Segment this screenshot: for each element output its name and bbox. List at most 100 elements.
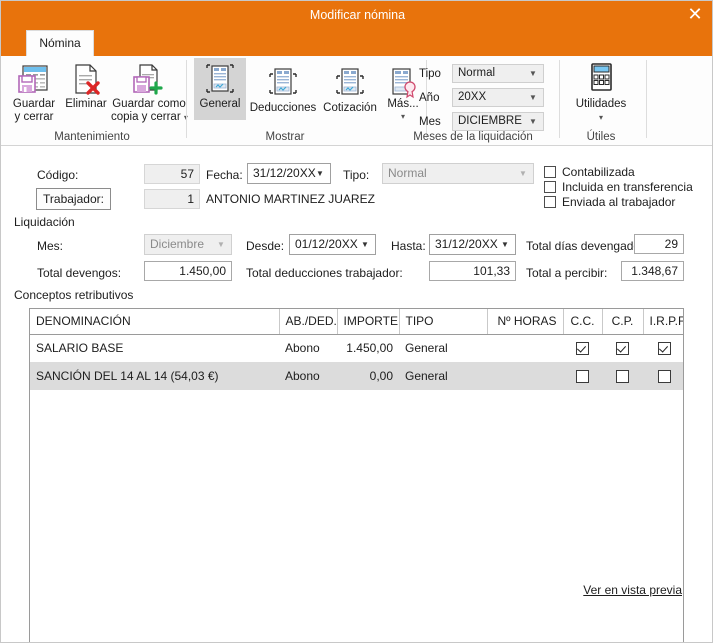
field-hasta[interactable]: 31/12/20XX ▼ (429, 234, 516, 255)
cell-cc (563, 334, 602, 362)
field-fecha[interactable]: 31/12/20XX ▼ (247, 163, 331, 184)
cell-irpf (643, 334, 683, 362)
cell-horas (487, 362, 563, 390)
checkbox-box[interactable] (544, 181, 556, 193)
ribbon-button-label: Deducciones (249, 102, 317, 114)
ribbon-combo-ano-value: 20XX (458, 91, 487, 103)
field-codigo: 57 (144, 164, 200, 184)
field-fecha-value: 31/12/20XX (253, 166, 316, 180)
field-mes-value: Diciembre (150, 237, 205, 251)
ribbon-separator-4 (646, 60, 647, 138)
label-fecha: Fecha: (206, 168, 243, 182)
field-tipo-value: Normal (388, 166, 427, 180)
chevron-down-icon[interactable]: ▼ (312, 164, 328, 183)
ribbon-button-deducciones[interactable]: Deducciones (248, 62, 318, 120)
heading-liquidacion: Liquidación (14, 215, 75, 229)
document-view-icon (266, 66, 300, 100)
modificar-nomina-window: Modificar nómina ✕ Nómina Guardar y cerr… (0, 0, 713, 643)
field-tipo[interactable]: Normal ▼ (382, 163, 534, 184)
checkbox-label: Incluida en transferencia (562, 180, 693, 194)
table-row[interactable]: SANCIÓN DEL 14 AL 14 (54,03 €) Abono 0,0… (30, 362, 683, 390)
col-header-abded[interactable]: AB./DED. (279, 309, 338, 335)
window-title: Modificar nómina (309, 8, 406, 22)
delete-document-icon (69, 62, 103, 96)
ribbon-combo-ano[interactable]: 20XX ▼ (452, 88, 544, 107)
col-header-cc[interactable]: C.C. (563, 309, 603, 335)
chevron-down-icon[interactable]: ▼ (515, 164, 531, 183)
chevron-down-icon[interactable]: ▼ (526, 113, 540, 130)
tab-nomina[interactable]: Nómina (26, 30, 94, 56)
ribbon-group-utiles: Utilidades ▾ Útiles (561, 56, 641, 145)
label-desde: Desde: (246, 239, 285, 253)
checkbox-label: Contabilizada (562, 165, 635, 179)
checkbox-incluida-en-transferencia[interactable]: Incluida en transferencia (544, 180, 693, 194)
ribbon-button-label: General (199, 98, 241, 110)
ribbon-button-utilidades[interactable]: Utilidades ▾ (565, 58, 637, 122)
cell-cc (563, 362, 602, 390)
trabajador-name: ANTONIO MARTINEZ JUAREZ (206, 192, 375, 206)
ribbon-button-label2-text: copia y cerrar (111, 111, 181, 123)
chevron-down-icon[interactable]: ▼ (357, 235, 373, 254)
field-total-dias[interactable]: 29 (634, 234, 684, 254)
col-header-irpf[interactable]: I.R.P.F. (643, 309, 683, 335)
ribbon: Guardar y cerrar Eliminar Guardar como c… (1, 56, 712, 146)
ribbon-combo-tipo-value: Normal (458, 67, 496, 79)
col-header-cp[interactable]: C.P. (602, 309, 644, 335)
checkbox-irpf[interactable] (657, 342, 671, 356)
checkbox-enviada-al-trabajador[interactable]: Enviada al trabajador (544, 195, 675, 209)
ribbon-button-eliminar[interactable]: Eliminar (62, 58, 110, 122)
trabajador-button[interactable]: Trabajador: (36, 188, 111, 210)
checkbox-contabilizada[interactable]: Contabilizada (544, 165, 635, 179)
ribbon-group-label-mantenimiento: Mantenimiento (54, 131, 130, 143)
cell-cp (602, 334, 643, 362)
ribbon-button-label: Utilidades (575, 98, 627, 110)
chevron-down-icon[interactable]: ▾ (565, 111, 637, 124)
ribbon-group-label-meses: Meses de la liquidación (413, 131, 533, 143)
col-header-horas[interactable]: Nº HORAS (487, 309, 564, 335)
field-hasta-value: 31/12/20XX (435, 237, 498, 251)
cell-denominacion: SALARIO BASE (36, 341, 124, 356)
field-desde[interactable]: 01/12/20XX ▼ (289, 234, 376, 255)
ribbon-field-label-mes: Mes (419, 116, 441, 128)
ribbon-group-meses-liquidacion: Tipo Normal ▼ Año 20XX ▼ Mes DICIEMBRE ▼… (389, 56, 557, 145)
field-total-percibir[interactable]: 1.348,67 (621, 261, 684, 281)
close-icon[interactable]: ✕ (682, 3, 708, 27)
chevron-down-icon[interactable]: ▼ (213, 235, 229, 254)
cell-horas (487, 334, 563, 362)
form-body: Código: 57 Fecha: 31/12/20XX ▼ Tipo: Nor… (1, 147, 712, 642)
checkbox-box[interactable] (544, 166, 556, 178)
cell-abded: Abono (285, 341, 320, 356)
ribbon-separator-3 (559, 60, 560, 138)
field-total-devengos[interactable]: 1.450,00 (144, 261, 232, 281)
ribbon-button-label: Cotización (323, 102, 377, 114)
chevron-down-icon[interactable]: ▼ (526, 89, 540, 106)
checkbox-cp[interactable] (616, 370, 629, 384)
checkbox-box[interactable] (544, 196, 556, 208)
field-mes[interactable]: Diciembre ▼ (144, 234, 232, 255)
label-total-deducciones: Total deducciones trabajador: (246, 266, 403, 280)
ribbon-button-guardar-como-copia-y-cerrar[interactable]: Guardar como copia y cerrar ▾ (111, 58, 188, 123)
chevron-down-icon[interactable]: ▼ (497, 235, 513, 254)
chevron-down-icon[interactable]: ▼ (526, 65, 540, 82)
ribbon-button-general[interactable]: General (194, 58, 246, 120)
cell-tipo: General (399, 362, 487, 390)
ribbon-combo-tipo[interactable]: Normal ▼ (452, 64, 544, 83)
checkbox-cc[interactable] (576, 370, 589, 384)
checkbox-cc[interactable] (576, 342, 589, 356)
cell-cp (602, 362, 643, 390)
ver-en-vista-previa-link[interactable]: Ver en vista previa (583, 583, 682, 597)
col-header-tipo[interactable]: TIPO (399, 309, 488, 335)
col-header-importe[interactable]: IMPORTE (337, 309, 400, 335)
ribbon-button-label2: y cerrar (14, 111, 54, 123)
ribbon-combo-mes-value: DICIEMBRE (458, 115, 522, 127)
table-row[interactable]: SALARIO BASE Abono 1.450,00 General (30, 334, 683, 362)
ribbon-combo-mes[interactable]: DICIEMBRE ▼ (452, 112, 544, 131)
field-total-deducciones[interactable]: 101,33 (429, 261, 516, 281)
checkbox-cp[interactable] (616, 342, 629, 356)
ribbon-button-cotizacion[interactable]: Cotización (319, 62, 381, 120)
checkbox-irpf[interactable] (657, 370, 671, 384)
field-trabajador-codigo: 1 (144, 189, 200, 209)
ribbon-button-guardar-y-cerrar[interactable]: Guardar y cerrar (7, 58, 61, 123)
cell-importe: 1.450,00 (346, 341, 393, 356)
col-header-denominacion[interactable]: DENOMINACIÓN (30, 309, 280, 335)
